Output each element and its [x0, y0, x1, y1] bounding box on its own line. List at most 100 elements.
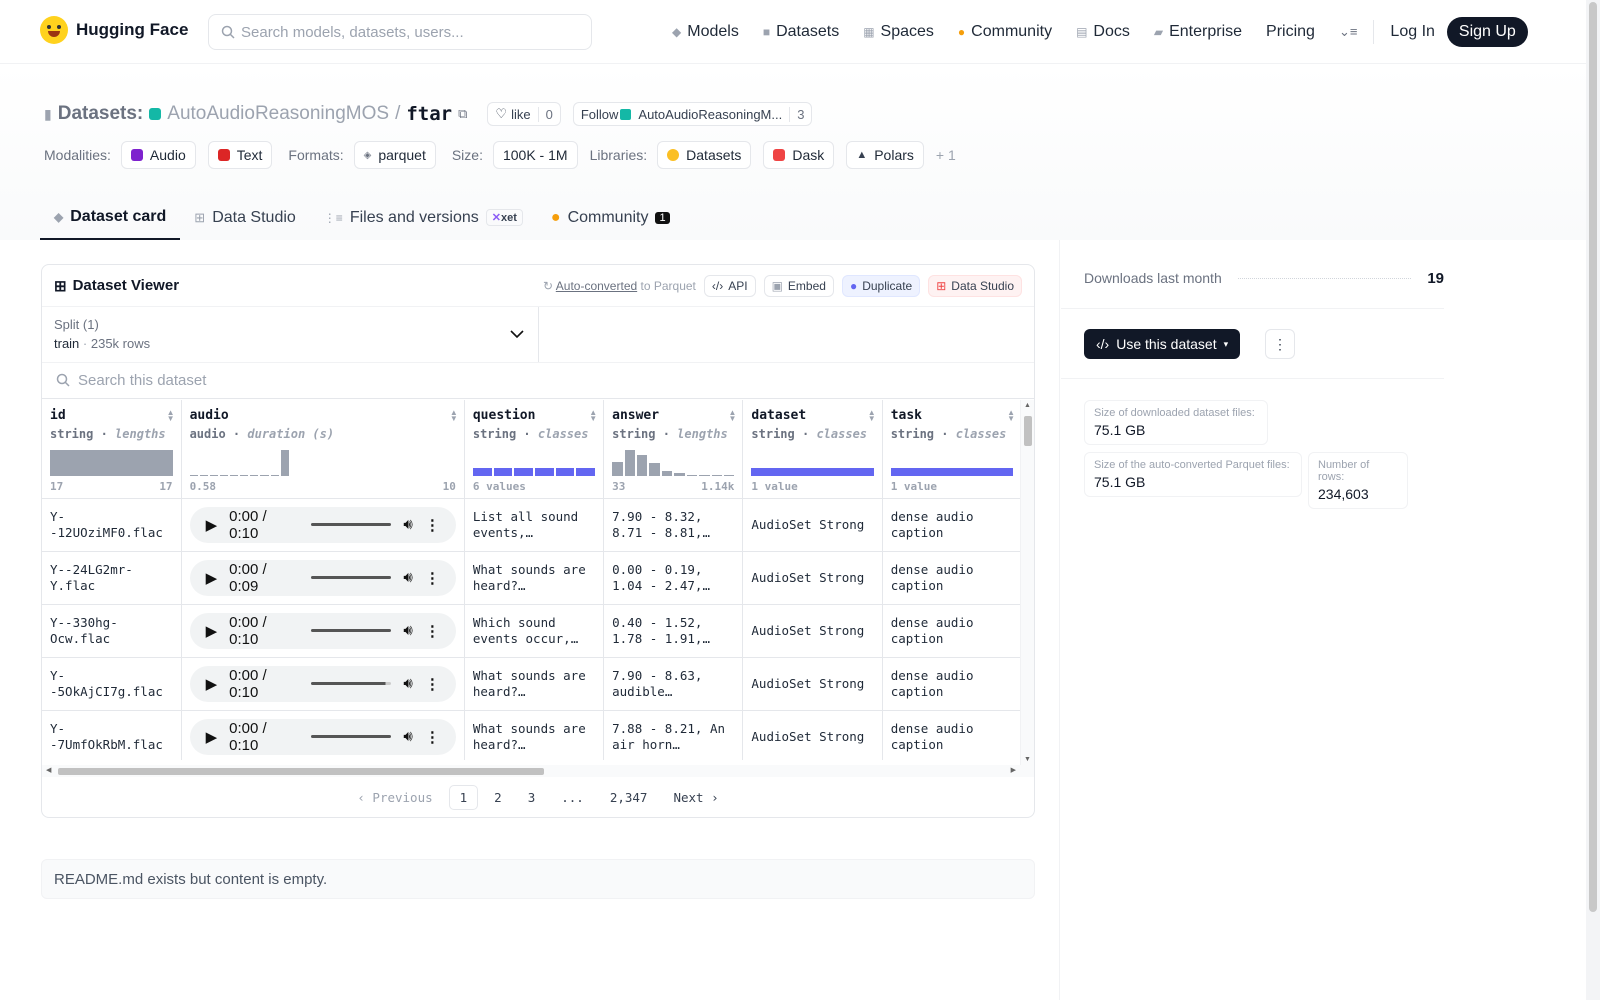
cell-dataset[interactable]: AudioSet Strong: [742, 551, 883, 605]
audio-seek-bar[interactable]: [310, 735, 392, 738]
scroll-up-icon[interactable]: ▲: [1024, 402, 1031, 409]
cell-dataset[interactable]: AudioSet Strong: [742, 710, 883, 760]
tag-text[interactable]: Text: [207, 141, 273, 169]
tab-data-studio[interactable]: ⊞ Data Studio: [180, 195, 310, 240]
cell-dataset[interactable]: AudioSet Strong: [742, 498, 883, 552]
histogram-bar[interactable]: [514, 468, 533, 476]
histogram-bar[interactable]: [209, 474, 218, 476]
histogram-bar[interactable]: [674, 473, 685, 476]
histogram-bar[interactable]: [535, 468, 554, 476]
scroll-right-icon[interactable]: ▶: [1011, 766, 1016, 774]
histogram-bar[interactable]: [240, 474, 249, 476]
volume-icon[interactable]: 🔊︎: [403, 728, 412, 745]
page-scroll-thumb[interactable]: [1589, 2, 1597, 912]
cell-question[interactable]: List all sound events, including timesta…: [464, 498, 605, 552]
tab-community[interactable]: ● Community 1: [537, 195, 684, 240]
cell-id[interactable]: Y--5OkAjCI7g.flac: [42, 657, 182, 711]
volume-icon[interactable]: 🔊︎: [403, 569, 412, 586]
more-libraries[interactable]: + 1: [936, 147, 956, 163]
page-scrollbar[interactable]: [1586, 0, 1600, 1000]
cell-id[interactable]: Y--24LG2mr-Y.flac: [42, 551, 182, 605]
copy-icon[interactable]: ⧉: [458, 106, 467, 122]
histogram-bar[interactable]: [890, 468, 1013, 476]
sort-icon[interactable]: ▲ ▼: [868, 409, 876, 423]
audio-menu-icon[interactable]: ⋮: [425, 622, 440, 640]
table-row[interactable]: Y--5OkAjCI7g.flac ▶ 0:00 / 0:10 🔊︎ ⋮ What sou…: [42, 657, 1022, 711]
audio-menu-icon[interactable]: ⋮: [425, 728, 440, 746]
histogram-bar[interactable]: [636, 455, 648, 476]
tag-size[interactable]: 100K - 1M: [492, 141, 578, 169]
table-row[interactable]: Y--12UOziMF0.flac ▶ 0:00 / 0:10 🔊︎ ⋮ List all…: [42, 498, 1022, 552]
cell-answer[interactable]: 7.90 - 8.63, audible breathing...: [603, 657, 744, 711]
play-icon[interactable]: ▶: [206, 675, 218, 693]
play-icon[interactable]: ▶: [206, 516, 218, 534]
vertical-scroll-thumb[interactable]: [1024, 416, 1032, 446]
sort-icon[interactable]: ▲ ▼: [589, 409, 597, 423]
histogram-bar[interactable]: [219, 474, 229, 476]
cell-id[interactable]: Y--12UOziMF0.flac: [42, 498, 182, 552]
histogram-bar[interactable]: [723, 474, 735, 476]
cell-answer[interactable]: 7.90 - 8.32, 8.71 - 8.81, 9.27 - ...: [603, 498, 744, 552]
nav-models[interactable]: ◆ Models: [660, 14, 751, 50]
nav-docs[interactable]: ▤ Docs: [1064, 14, 1142, 50]
play-icon[interactable]: ▶: [206, 569, 218, 587]
cell-question[interactable]: What sounds are heard? Provide...: [464, 710, 605, 760]
histogram-bar[interactable]: [189, 474, 198, 476]
volume-icon[interactable]: 🔊︎: [403, 675, 412, 692]
data-studio-button[interactable]: ⊞ Data Studio: [928, 274, 1022, 297]
audio-menu-icon[interactable]: ⋮: [425, 675, 440, 693]
repo-name[interactable]: ftar: [406, 103, 452, 125]
tab-dataset-card[interactable]: ◆ Dataset card: [40, 195, 181, 240]
scroll-left-icon[interactable]: ◀: [46, 766, 51, 774]
nav-datasets[interactable]: ■ Datasets: [751, 14, 851, 50]
scroll-down-icon[interactable]: ▼: [1024, 756, 1031, 763]
audio-seek-bar[interactable]: [310, 629, 392, 632]
histogram-bar[interactable]: [472, 468, 492, 476]
global-search-input[interactable]: Search models, datasets, users...: [208, 14, 592, 50]
volume-icon[interactable]: 🔊︎: [403, 516, 412, 533]
audio-seek-bar[interactable]: [310, 682, 392, 685]
signup-button[interactable]: Sign Up: [1446, 17, 1528, 47]
column-header-audio[interactable]: audio audio · duration (s) ▲ ▼ 0.58 10: [181, 400, 465, 499]
column-header-question[interactable]: question string · classes ▲ ▼ 6 values: [464, 400, 605, 499]
cell-id[interactable]: Y--7UmfOkRbM.flac: [42, 710, 182, 760]
next-page-button[interactable]: Next ›: [663, 786, 728, 809]
audio-menu-icon[interactable]: ⋮: [425, 516, 440, 534]
tag-lib-polars[interactable]: ▲ Polars: [846, 141, 924, 169]
histogram-bar[interactable]: [624, 450, 635, 476]
histogram-bar[interactable]: [699, 474, 710, 476]
split-selector[interactable]: Split (1) train · 235k rows: [42, 307, 539, 362]
breadcrumb-section[interactable]: Datasets:: [58, 103, 144, 125]
histogram-bar[interactable]: [50, 450, 173, 476]
cell-question[interactable]: What sounds are heard? Provide...: [464, 657, 605, 711]
duplicate-button[interactable]: ● Duplicate: [841, 274, 921, 297]
audio-player[interactable]: ▶ 0:00 / 0:10 🔊︎ ⋮: [189, 718, 456, 755]
tag-lib-dask[interactable]: Dask: [763, 141, 835, 169]
histogram-bar[interactable]: [576, 468, 596, 476]
volume-icon[interactable]: 🔊︎: [403, 622, 412, 639]
audio-player[interactable]: ▶ 0:00 / 0:10 🔊︎ ⋮: [189, 506, 456, 543]
page-last[interactable]: 2,347: [600, 786, 658, 809]
cell-question[interactable]: What sounds are heard? Provide...: [464, 551, 605, 605]
play-icon[interactable]: ▶: [206, 622, 218, 640]
brand-logo[interactable]: Hugging Face: [40, 16, 188, 44]
histogram-bar[interactable]: [199, 474, 208, 476]
histogram-bar[interactable]: [649, 463, 660, 476]
histogram-bar[interactable]: [493, 468, 513, 476]
cell-answer[interactable]: 7.88 - 8.21, An air horn blares...: [603, 710, 744, 760]
horizontal-scroll-thumb[interactable]: [58, 768, 544, 775]
audio-player[interactable]: ▶ 0:00 / 0:09 🔊︎ ⋮: [189, 559, 456, 596]
column-header-task[interactable]: task string · classes ▲ ▼ 1 value: [882, 400, 1022, 499]
table-row[interactable]: Y--330hg-Ocw.flac ▶ 0:00 / 0:10 🔊︎ ⋮ Which so…: [42, 604, 1022, 658]
cell-dataset[interactable]: AudioSet Strong: [742, 604, 883, 658]
audio-player[interactable]: ▶ 0:00 / 0:10 🔊︎ ⋮: [189, 612, 456, 649]
audio-seek-bar[interactable]: [310, 576, 392, 579]
dataset-search-input[interactable]: Search this dataset: [42, 363, 1034, 399]
histogram-bar[interactable]: [250, 474, 259, 476]
tag-parquet[interactable]: ◈ parquet: [353, 141, 436, 169]
play-icon[interactable]: ▶: [206, 728, 218, 746]
cell-answer[interactable]: 0.00 - 0.19, 1.04 - 2.47, 3.17 - ...: [603, 551, 744, 605]
audio-seek-bar[interactable]: [310, 523, 392, 526]
nav-more-menu[interactable]: ⌄≡: [1327, 14, 1369, 50]
column-header-answer[interactable]: answer string · lengths ▲ ▼ 33 1.14k: [603, 400, 744, 499]
